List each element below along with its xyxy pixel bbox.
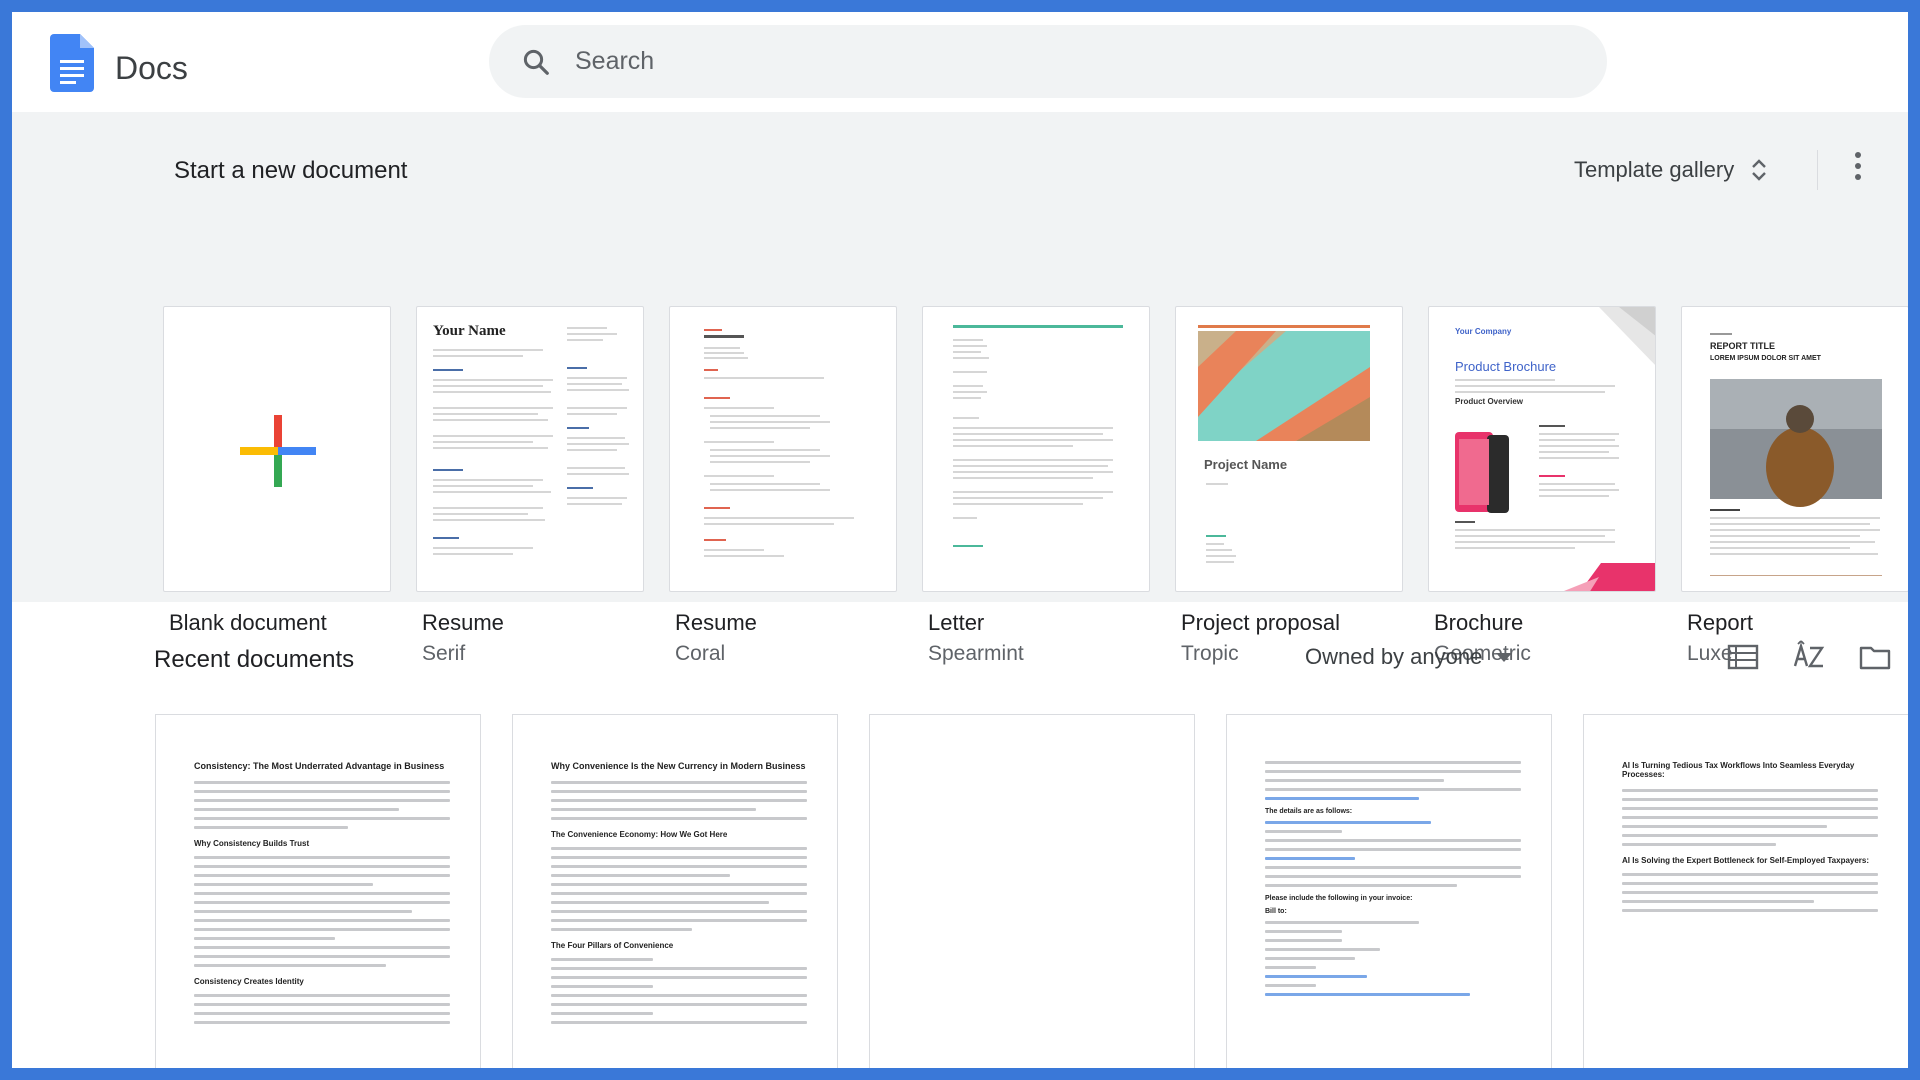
recent-document[interactable]: Why Convenience Is the New Currency in M… (512, 714, 838, 1068)
template-name: Brochure (1434, 610, 1524, 635)
plus-icon (240, 415, 316, 487)
document-preview: AI Is Turning Tedious Tax Workflows Into… (1622, 761, 1878, 918)
template-resume-serif[interactable]: Your Name Resume Serif (416, 306, 644, 666)
template-thumbnail[interactable]: REPORT TITLE LOREM IPSUM DOLOR SIT AMET (1681, 306, 1908, 592)
template-name: Blank document (169, 610, 327, 635)
document-preview: The details are as follows: Please inclu… (1265, 761, 1521, 1002)
template-name: Resume (422, 610, 504, 635)
template-gallery-label: Template gallery (1574, 157, 1735, 182)
document-heading: Why Consistency Builds Trust (194, 839, 310, 848)
recent-document[interactable]: AI Is Turning Tedious Tax Workflows Into… (1583, 714, 1908, 1068)
template-thumbnail[interactable]: Project Name (1175, 306, 1403, 592)
docs-home: Docs Start a new document Template galle… (12, 12, 1908, 1068)
unfold-icon (1752, 159, 1767, 181)
document-heading: The details are as follows: (1265, 808, 1353, 815)
template-project-proposal-tropic[interactable]: Project Name Project proposal Tropic (1175, 306, 1403, 666)
folder-icon[interactable] (1858, 640, 1892, 674)
owner-filter-label: Owned by anyone (1305, 644, 1483, 669)
list-view-icon[interactable] (1726, 640, 1760, 674)
template-thumbnail[interactable]: Your Company Product Brochure Product Ov… (1428, 306, 1656, 592)
sort-az-icon[interactable] (1792, 640, 1826, 674)
template-letter-spearmint[interactable]: Letter Spearmint (922, 306, 1150, 666)
template-thumbnail[interactable] (922, 306, 1150, 592)
caret-down-icon (1496, 652, 1513, 662)
template-gallery-button[interactable]: Template gallery (1574, 152, 1768, 188)
search-bar[interactable] (489, 25, 1607, 98)
owner-filter-dropdown[interactable]: Owned by anyone (1305, 644, 1513, 670)
new-document-section: Start a new document Template gallery Bl… (12, 112, 1908, 665)
app-name[interactable]: Docs (115, 52, 188, 84)
docs-logo-icon[interactable] (50, 34, 94, 92)
search-input[interactable] (575, 41, 1475, 81)
report-preview-heading: REPORT TITLE (1710, 341, 1775, 351)
recent-document[interactable]: Consistency: The Most Underrated Advanta… (155, 714, 481, 1068)
document-heading: The Four Pillars of Convenience (551, 941, 674, 950)
document-preview: Consistency: The Most Underrated Advanta… (194, 761, 450, 1030)
template-report-luxe[interactable]: REPORT TITLE LOREM IPSUM DOLOR SIT AMET … (1681, 306, 1908, 666)
document-title: Consistency: The Most Underrated Advanta… (194, 761, 445, 771)
template-brochure-geometric[interactable]: Your Company Product Brochure Product Ov… (1428, 306, 1656, 666)
template-subtitle: Coral (675, 642, 726, 665)
recent-document-blank[interactable] (869, 714, 1195, 1068)
brochure-preview-company: Your Company (1455, 327, 1512, 336)
section-title-new-document: Start a new document (174, 157, 408, 184)
template-name: Resume (675, 610, 757, 635)
brochure-preview-heading: Product Brochure (1455, 359, 1557, 374)
template-thumbnail[interactable]: Your Name (416, 306, 644, 592)
project-proposal-preview (1198, 325, 1370, 563)
brochure-preview-section: Product Overview (1455, 397, 1524, 406)
document-preview: Why Convenience Is the New Currency in M… (551, 761, 807, 1030)
header-divider (1817, 150, 1818, 190)
section-title-recent-documents: Recent documents (154, 646, 355, 673)
document-heading: Please include the following in your inv… (1265, 895, 1413, 902)
resume-coral-preview (704, 329, 854, 557)
recent-document[interactable]: The details are as follows: Please inclu… (1226, 714, 1552, 1068)
template-subtitle: Serif (422, 642, 466, 665)
report-preview-subheading: LOREM IPSUM DOLOR SIT AMET (1710, 355, 1821, 362)
document-heading: Consistency Creates Identity (194, 977, 304, 986)
document-title: Why Convenience Is the New Currency in M… (551, 761, 806, 771)
template-name: Letter (928, 610, 985, 635)
template-resume-coral[interactable]: Resume Coral (669, 306, 897, 666)
document-heading: AI Is Solving the Expert Bottleneck for … (1622, 856, 1870, 865)
template-blank[interactable]: Blank document (163, 306, 391, 636)
letter-spearmint-preview (953, 325, 1123, 547)
brochure-preview (1455, 307, 1655, 591)
template-subtitle: Spearmint (928, 642, 1024, 665)
template-name: Report (1687, 610, 1754, 635)
search-icon[interactable] (521, 47, 551, 77)
template-thumbnail[interactable] (669, 306, 897, 592)
resume-serif-preview-heading: Your Name (433, 323, 506, 339)
document-heading: Bill to: (1265, 908, 1287, 915)
document-heading: The Convenience Economy: How We Got Here (551, 830, 728, 839)
app-header: Docs (12, 12, 1908, 112)
resume-serif-preview (433, 327, 629, 555)
document-title: AI Is Turning Tedious Tax Workflows Into… (1622, 761, 1855, 779)
template-name: Project proposal (1181, 610, 1340, 635)
more-options-icon[interactable] (1852, 152, 1864, 186)
project-proposal-preview-heading: Project Name (1204, 457, 1288, 472)
template-thumbnail[interactable] (163, 306, 391, 592)
